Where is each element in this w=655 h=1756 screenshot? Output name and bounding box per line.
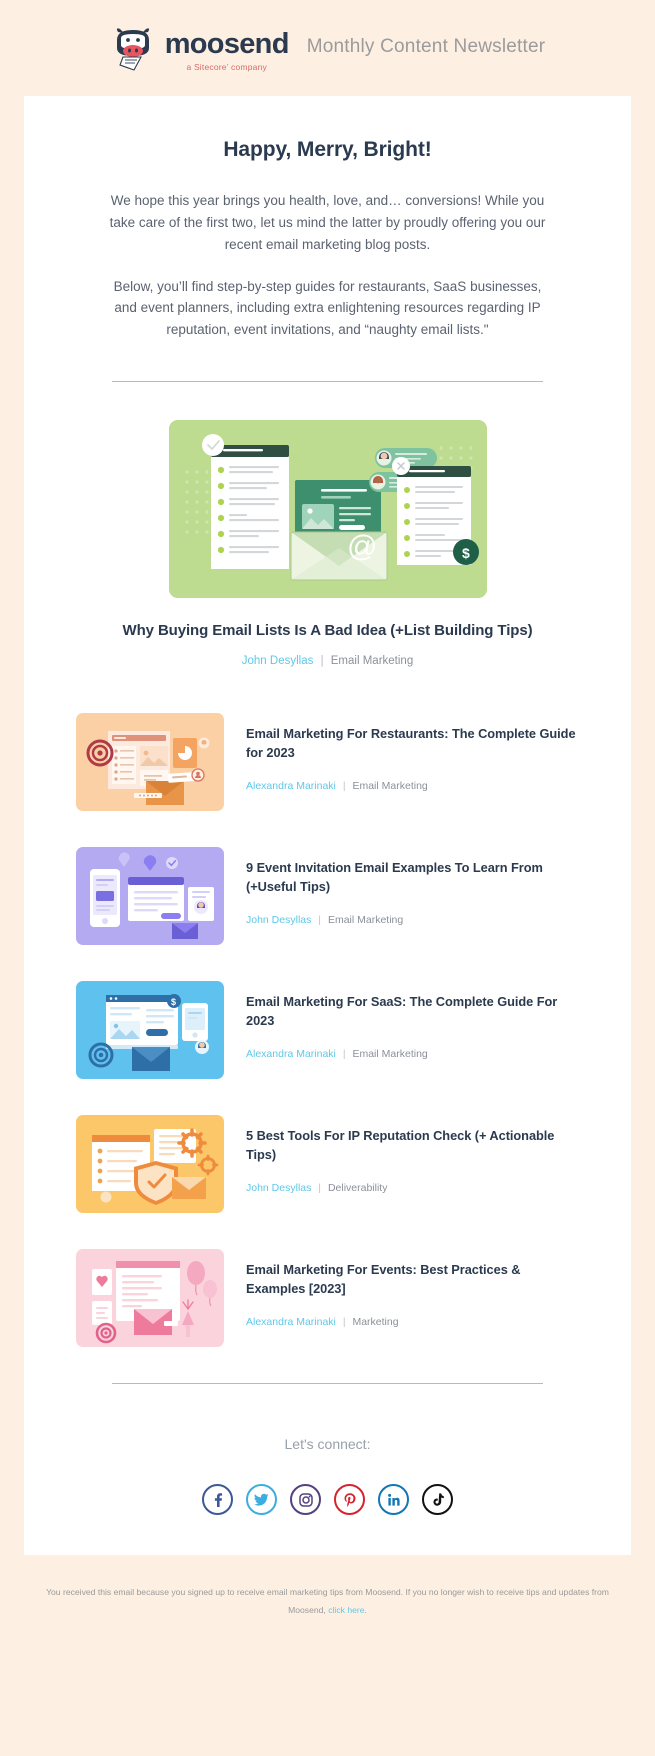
article-author[interactable]: Alexandra Marinaki (246, 1048, 336, 1060)
article-title[interactable]: 5 Best Tools For IP Reputation Check (+ … (246, 1127, 579, 1164)
newsletter-title: Monthly Content Newsletter (306, 36, 546, 57)
list-item[interactable]: $ Email Marketing For SaaS: The Complete… (76, 981, 579, 1080)
email-body: Happy, Merry, Bright! We hope this year … (24, 96, 631, 1556)
article-text: Email Marketing For Restaurants: The Com… (246, 713, 579, 792)
article-thumbnail[interactable] (76, 713, 224, 812)
article-thumbnail[interactable] (76, 1115, 224, 1214)
article-list: Email Marketing For Restaurants: The Com… (24, 667, 631, 1348)
article-byline: Alexandra Marinaki | Marketing (246, 1316, 579, 1328)
facebook-icon (214, 1492, 222, 1507)
twitter-icon (254, 1493, 269, 1506)
svg-text:$: $ (462, 545, 470, 561)
hero-author[interactable]: John Desyllas (242, 655, 314, 667)
list-item[interactable]: 5 Best Tools For IP Reputation Check (+ … (76, 1115, 579, 1214)
hero-category[interactable]: Email Marketing (331, 655, 413, 667)
twitter-link[interactable] (246, 1484, 277, 1516)
list-item[interactable]: Email Marketing For Events: Best Practic… (76, 1249, 579, 1348)
byline-separator: | (318, 914, 322, 927)
article-title[interactable]: 9 Event Invitation Email Examples To Lea… (246, 859, 579, 896)
tiktok-icon (433, 1493, 444, 1506)
hero-image[interactable]: @ $ (168, 420, 487, 599)
hero-illustration: @ $ (168, 420, 487, 599)
events-pink-illustration (76, 1249, 224, 1348)
article-text: 9 Event Invitation Email Examples To Lea… (246, 847, 579, 926)
pinterest-link[interactable] (334, 1484, 365, 1516)
article-thumbnail[interactable]: $ (76, 981, 224, 1080)
byline-separator: | (342, 1316, 346, 1329)
tiktok-link[interactable] (422, 1484, 453, 1516)
cow-logo-icon (116, 28, 149, 71)
article-category[interactable]: Email Marketing (328, 914, 403, 926)
social-links (24, 1452, 631, 1555)
svg-text:@: @ (347, 530, 377, 563)
article-byline: John Desyllas | Deliverability (246, 1182, 579, 1194)
article-author[interactable]: Alexandra Marinaki (246, 780, 336, 792)
events-illustration (76, 847, 224, 946)
linkedin-icon (387, 1493, 400, 1506)
email-newsletter: moosend a Sitecore’ company Monthly Cont… (0, 0, 655, 1756)
article-author[interactable]: Alexandra Marinaki (246, 1316, 336, 1328)
disclaimer-end: . (364, 1605, 367, 1616)
hero-article[interactable]: @ $ Why Buying Email Lists Is A Bad Idea… (24, 382, 631, 667)
article-category[interactable]: Deliverability (328, 1182, 388, 1194)
article-title[interactable]: Email Marketing For Restaurants: The Com… (246, 725, 579, 762)
byline-separator: | (342, 1048, 346, 1061)
article-text: Email Marketing For SaaS: The Complete G… (246, 981, 579, 1060)
unsubscribe-link[interactable]: click here (328, 1605, 364, 1615)
article-thumbnail[interactable] (76, 1249, 224, 1348)
list-item[interactable]: Email Marketing For Restaurants: The Com… (76, 713, 579, 812)
connect-label: Let's connect: (284, 1436, 371, 1453)
saas-illustration: $ (76, 981, 224, 1080)
byline-separator: | (342, 780, 346, 793)
article-author[interactable]: John Desyllas (246, 1182, 311, 1194)
intro-section: Happy, Merry, Bright! We hope this year … (24, 138, 631, 341)
brand-tagline: a Sitecore’ company (186, 62, 267, 72)
article-text: 5 Best Tools For IP Reputation Check (+ … (246, 1115, 579, 1194)
hero-byline: John Desyllas | Email Marketing (24, 655, 631, 667)
article-byline: John Desyllas | Email Marketing (246, 914, 579, 926)
article-text: Email Marketing For Events: Best Practic… (246, 1249, 579, 1328)
article-author[interactable]: John Desyllas (246, 914, 311, 926)
ip-reputation-illustration (76, 1115, 224, 1214)
article-title[interactable]: Email Marketing For SaaS: The Complete G… (246, 993, 579, 1030)
email-header: moosend a Sitecore’ company Monthly Cont… (0, 0, 655, 96)
article-title[interactable]: Email Marketing For Events: Best Practic… (246, 1261, 579, 1298)
article-byline: Alexandra Marinaki | Email Marketing (246, 780, 579, 792)
byline-separator: | (318, 1182, 322, 1195)
footer-disclaimer: You received this email because you sign… (0, 1555, 655, 1650)
byline-separator: | (320, 655, 324, 668)
article-thumbnail[interactable] (76, 847, 224, 946)
brand-name: moosend (164, 28, 290, 60)
list-item[interactable]: 9 Event Invitation Email Examples To Lea… (76, 847, 579, 946)
article-category[interactable]: Email Marketing (352, 780, 427, 792)
restaurants-illustration (76, 713, 224, 812)
intro-paragraph-2: Below, you’ll find step-by-step guides f… (113, 278, 542, 338)
linkedin-link[interactable] (378, 1484, 409, 1516)
page-title: Happy, Merry, Bright! (223, 138, 432, 161)
svg-text:$: $ (171, 997, 176, 1007)
article-byline: Alexandra Marinaki | Email Marketing (246, 1048, 579, 1060)
intro-paragraph-1: We hope this year brings you health, lov… (109, 193, 546, 252)
moosend-logo[interactable]: moosend a Sitecore’ company (110, 24, 289, 72)
article-category[interactable]: Marketing (352, 1316, 398, 1328)
facebook-link[interactable] (202, 1484, 233, 1516)
instagram-icon (298, 1492, 313, 1507)
hero-article-title[interactable]: Why Buying Email Lists Is A Bad Idea (+L… (24, 622, 631, 639)
article-category[interactable]: Email Marketing (352, 1048, 427, 1060)
pinterest-icon (344, 1492, 355, 1507)
instagram-link[interactable] (290, 1484, 321, 1516)
